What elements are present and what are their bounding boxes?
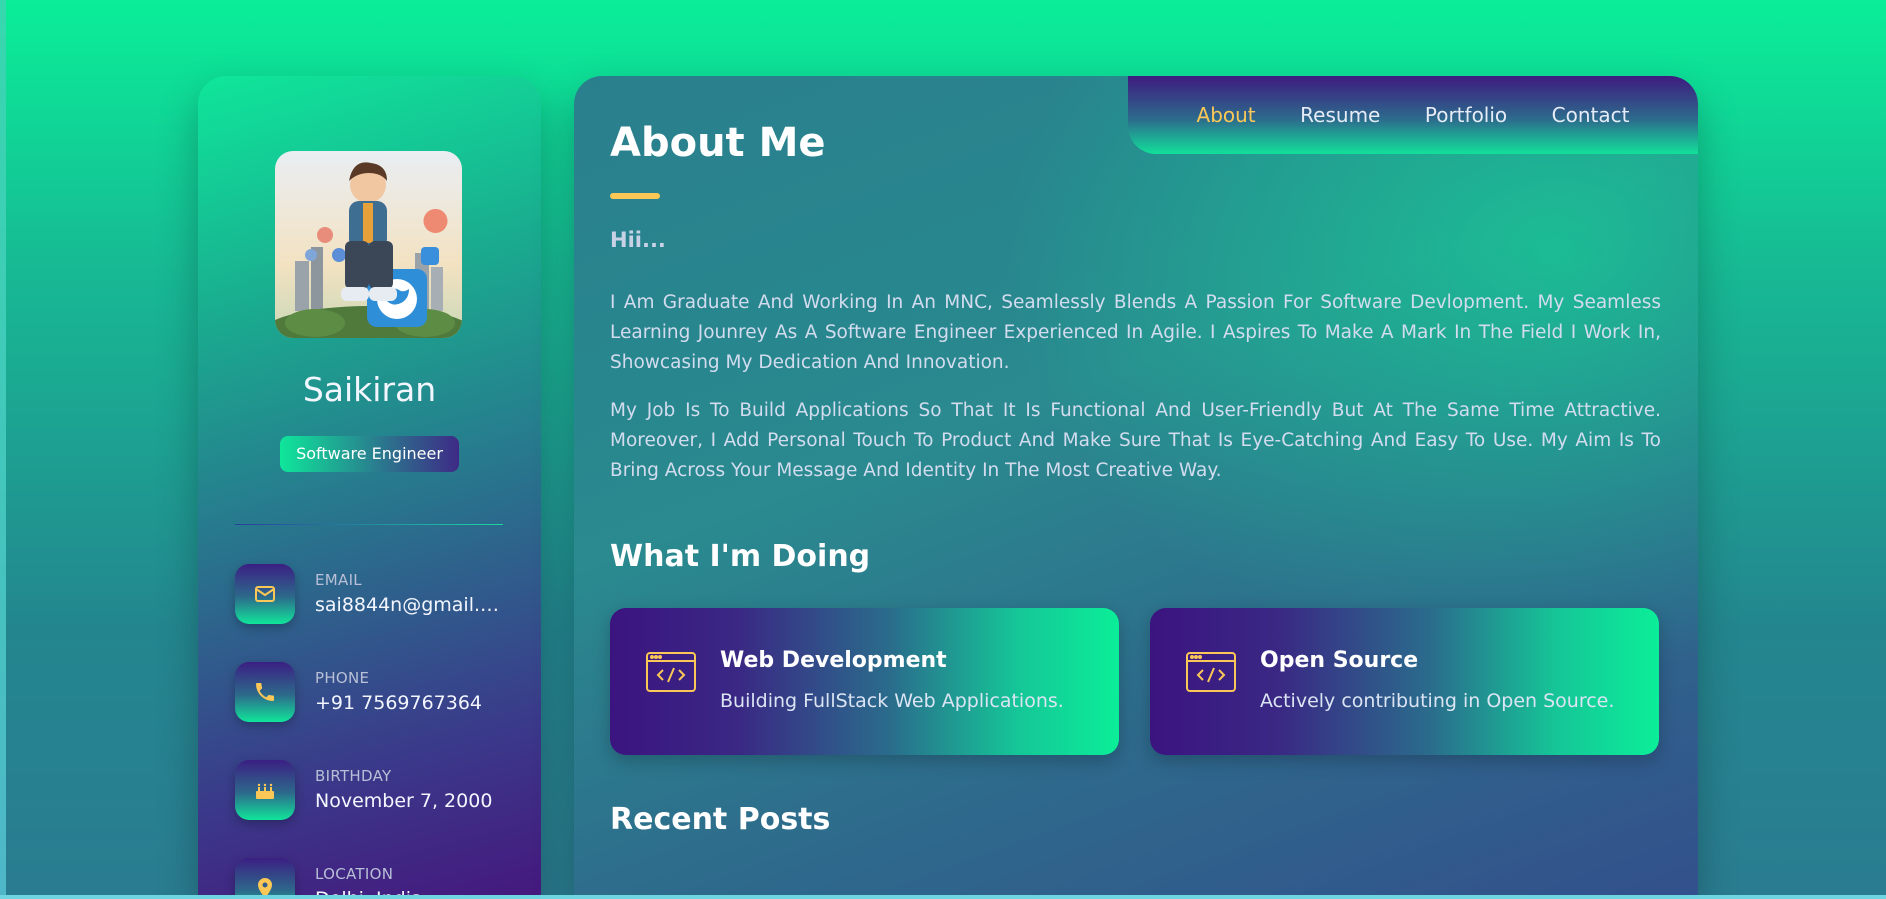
contact-label: Email [315, 571, 362, 589]
services-heading: What I'm Doing [610, 539, 871, 574]
contact-label: Phone [315, 669, 370, 687]
service-description: Building FullStack Web Applications. [720, 690, 1064, 712]
code-window-icon [646, 652, 696, 696]
navbar: About Resume Portfolio Contact [1128, 76, 1698, 154]
phone-link[interactable]: +91 7569767364 [315, 692, 503, 714]
window-edge [0, 0, 6, 899]
window-bottom-edge [0, 895, 1886, 899]
about-panel: About Resume Portfolio Contact About Me … [574, 76, 1698, 899]
service-title: Web Development [720, 648, 947, 673]
about-paragraph-1: I Am Graduate And Working In An MNC, Sea… [610, 292, 1661, 373]
title-underline [610, 193, 660, 199]
page-title: About Me [610, 120, 826, 166]
profile-sidebar: Saikiran Software Engineer Email sai8844… [198, 76, 541, 899]
contact-item-phone: Phone +91 7569767364 [235, 662, 535, 724]
nav-link-resume[interactable]: Resume [1300, 103, 1380, 127]
service-card-web-development: Web Development Building FullStack Web A… [610, 608, 1119, 755]
service-card-open-source: Open Source Actively contributing in Ope… [1150, 608, 1659, 755]
location-pin-icon [235, 858, 295, 899]
sidebar-divider [235, 524, 503, 525]
job-title-badge: Software Engineer [280, 436, 459, 472]
service-title: Open Source [1260, 648, 1419, 673]
recent-posts-heading: Recent Posts [610, 802, 831, 837]
about-paragraph-2: My Job Is To Build Applications So That … [610, 400, 1661, 481]
contact-item-location: Location Delhi, India [235, 858, 535, 899]
phone-icon [235, 662, 295, 722]
contact-label: Birthday [315, 767, 392, 785]
cake-icon [235, 760, 295, 820]
email-link[interactable]: sai8844n@gmail.co... [315, 594, 503, 616]
greeting-text: Hii... [610, 228, 666, 252]
code-window-icon [1186, 652, 1236, 696]
nav-link-portfolio[interactable]: Portfolio [1425, 103, 1507, 127]
cartoon-boy-avatar [275, 151, 462, 338]
nav-link-contact[interactable]: Contact [1552, 103, 1630, 127]
contact-label: Location [315, 865, 394, 883]
mail-icon [235, 564, 295, 624]
contact-item-birthday: Birthday November 7, 2000 [235, 760, 535, 822]
avatar [275, 151, 462, 338]
service-description: Actively contributing in Open Source. [1260, 690, 1615, 712]
nav-link-about[interactable]: About [1197, 103, 1256, 127]
profile-name: Saikiran [302, 370, 437, 409]
birthday-value: November 7, 2000 [315, 790, 493, 812]
contact-item-email: Email sai8844n@gmail.co... [235, 564, 535, 626]
